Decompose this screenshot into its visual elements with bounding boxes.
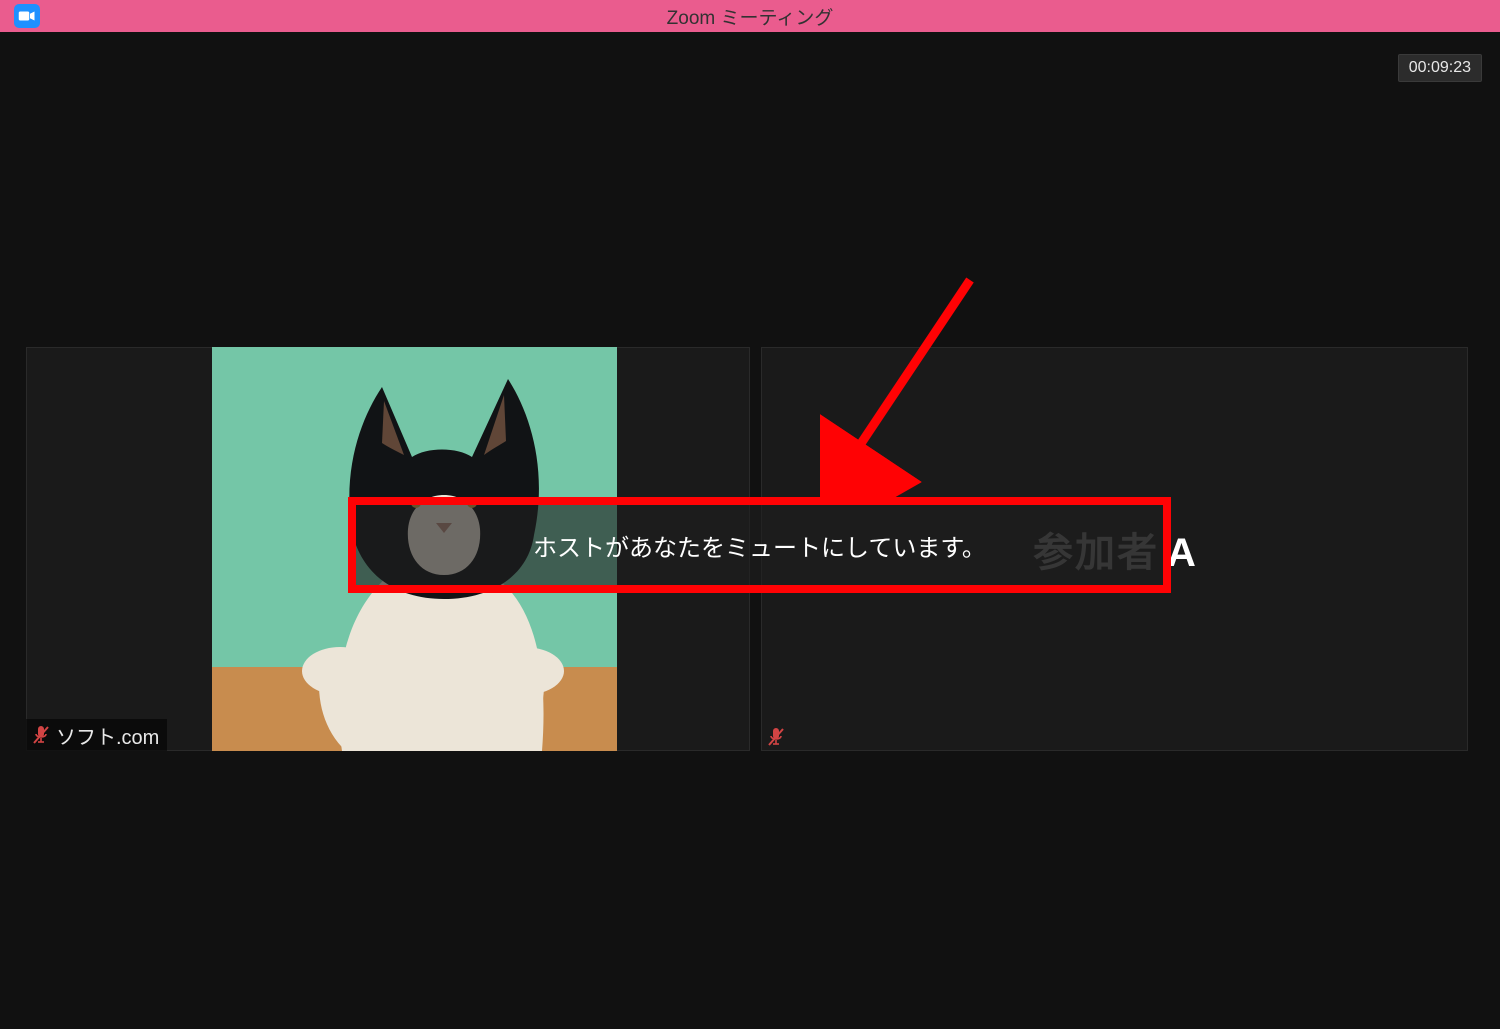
name-tag-self: ソフト.com — [26, 719, 167, 751]
mic-muted-icon — [767, 727, 785, 747]
mute-notification-text: ホストがあなたをミュートにしています。 — [533, 528, 986, 563]
titlebar: Zoom ミーティング — [0, 0, 1500, 32]
zoom-camera-icon — [14, 4, 40, 28]
window-title: Zoom ミーティング — [667, 3, 834, 30]
timer-value: 00:09:23 — [1409, 59, 1471, 76]
participant-name-self: ソフト.com — [56, 721, 159, 750]
meeting-timer: 00:09:23 — [1398, 54, 1482, 82]
mute-notification-highlight: ホストがあなたをミュートにしています。 — [348, 497, 1171, 593]
participant-name-letter: A — [1167, 531, 1196, 576]
mic-muted-icon — [32, 725, 50, 745]
